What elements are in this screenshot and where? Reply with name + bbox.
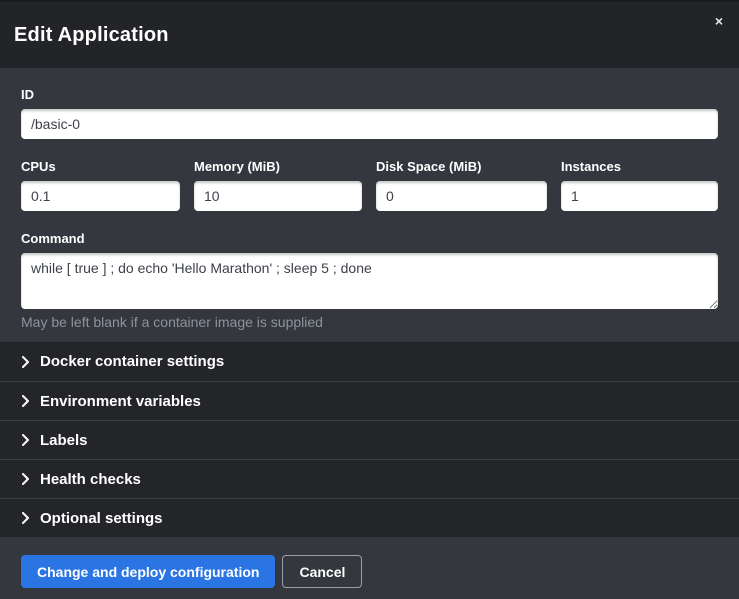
chevron-right-icon (21, 512, 30, 524)
chevron-right-icon (21, 356, 30, 368)
change-and-deploy-button[interactable]: Change and deploy configuration (21, 555, 275, 588)
command-help-text: May be left blank if a container image i… (21, 314, 718, 342)
chevron-right-icon (21, 395, 30, 407)
section-environment-variables[interactable]: Environment variables (0, 381, 739, 420)
section-label: Docker container settings (40, 353, 224, 370)
section-label: Optional settings (40, 510, 163, 527)
memory-label: Memory (MiB) (194, 159, 362, 174)
resources-row: CPUs Memory (MiB) Disk Space (MiB) Insta… (21, 159, 718, 211)
modal-footer: Change and deploy configuration Cancel (0, 537, 739, 599)
id-input[interactable] (21, 109, 718, 139)
field-memory: Memory (MiB) (194, 159, 362, 211)
instances-input[interactable] (561, 181, 718, 211)
section-health-checks[interactable]: Health checks (0, 459, 739, 498)
modal-title: Edit Application (14, 24, 169, 47)
command-input[interactable]: while [ true ] ; do echo 'Hello Marathon… (21, 253, 718, 309)
chevron-right-icon (21, 473, 30, 485)
cancel-button[interactable]: Cancel (282, 555, 362, 588)
chevron-right-icon (21, 434, 30, 446)
disk-input[interactable] (376, 181, 547, 211)
field-cpus: CPUs (21, 159, 180, 211)
field-instances: Instances (561, 159, 718, 211)
section-label: Environment variables (40, 393, 201, 410)
command-label: Command (21, 231, 718, 246)
disk-label: Disk Space (MiB) (376, 159, 547, 174)
collapsible-sections: Docker container settings Environment va… (0, 342, 739, 537)
edit-application-modal: Edit Application × ID CPUs Memory (MiB) … (0, 0, 739, 599)
section-optional-settings[interactable]: Optional settings (0, 498, 739, 537)
close-icon[interactable]: × (715, 14, 723, 28)
section-label: Health checks (40, 471, 141, 488)
section-label: Labels (40, 432, 88, 449)
field-disk: Disk Space (MiB) (376, 159, 547, 211)
modal-header: Edit Application × (0, 0, 739, 68)
instances-label: Instances (561, 159, 718, 174)
section-docker-container-settings[interactable]: Docker container settings (0, 342, 739, 381)
memory-input[interactable] (194, 181, 362, 211)
field-id: ID (21, 87, 718, 139)
cpus-input[interactable] (21, 181, 180, 211)
modal-body: ID CPUs Memory (MiB) Disk Space (MiB) In (0, 68, 739, 537)
cpus-label: CPUs (21, 159, 180, 174)
field-command: Command while [ true ] ; do echo 'Hello … (21, 231, 718, 342)
id-label: ID (21, 87, 718, 102)
application-form: ID CPUs Memory (MiB) Disk Space (MiB) In (0, 68, 739, 342)
section-labels[interactable]: Labels (0, 420, 739, 459)
